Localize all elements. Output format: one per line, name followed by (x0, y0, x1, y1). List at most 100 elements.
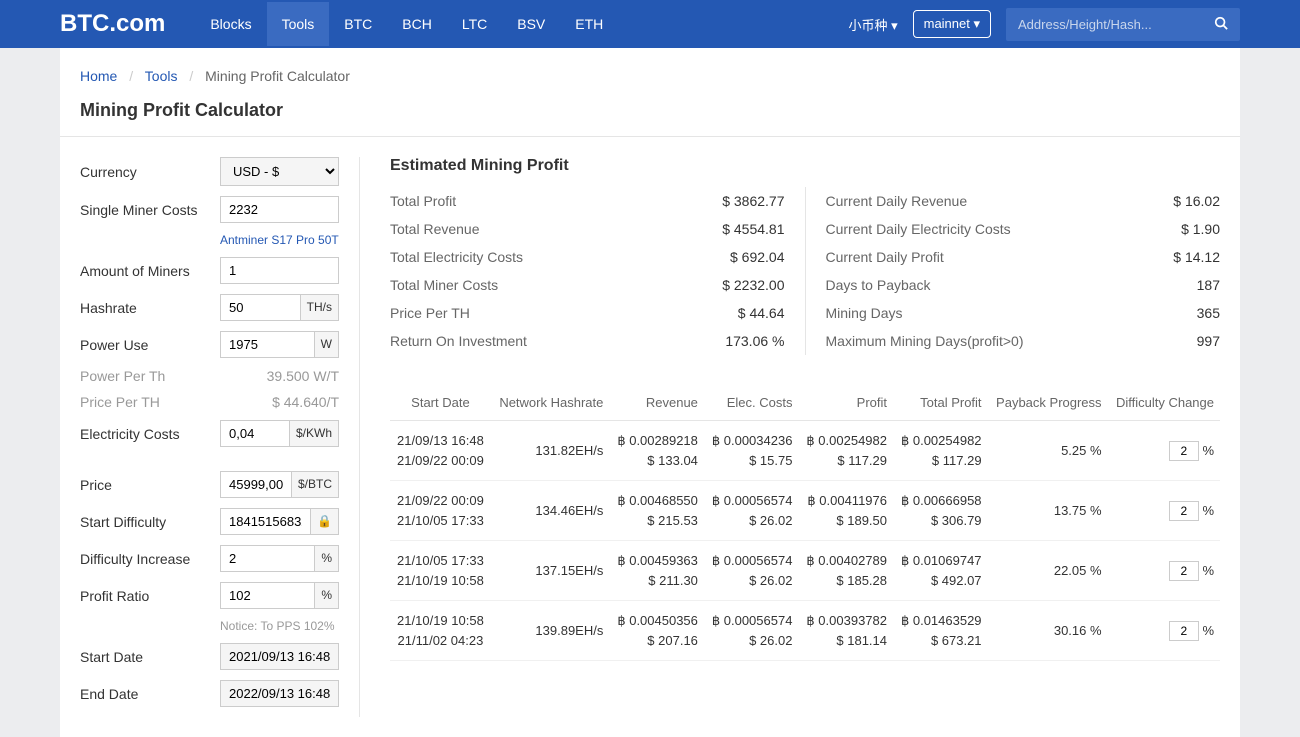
table-header: Difficulty Change (1108, 385, 1220, 421)
search-icon (1214, 16, 1228, 30)
start-date-input[interactable] (220, 643, 339, 670)
profit-value: $ 3862.77 (722, 193, 784, 209)
diff-inc-label: Difficulty Increase (80, 551, 220, 567)
hashrate-cell: 134.46EH/s (491, 481, 610, 541)
date-cell: 21/10/19 10:5821/11/02 04:23 (396, 611, 485, 650)
profit-ratio-input[interactable] (220, 582, 315, 609)
power-unit: W (315, 331, 339, 358)
price-per-th-value: $ 44.640/T (220, 394, 339, 410)
payback-cell: 30.16 % (988, 601, 1108, 661)
profit-row: Price Per TH$ 44.64 (390, 299, 785, 327)
hashrate-cell: 131.82EH/s (491, 421, 610, 481)
profit-value: 173.06 % (725, 333, 784, 349)
table-header: Payback Progress (988, 385, 1108, 421)
hashrate-cell: 139.89EH/s (491, 601, 610, 661)
diff-suffix: % (1202, 503, 1214, 518)
end-date-input[interactable] (220, 680, 339, 707)
total-cell: ฿ 0.01069747$ 492.07 (899, 551, 982, 590)
elec-cell: ฿ 0.00034236$ 15.75 (710, 431, 793, 470)
profit-row: Total Electricity Costs$ 692.04 (390, 243, 785, 271)
table-row: 21/09/13 16:4821/09/22 00:09131.82EH/s฿ … (390, 421, 1220, 481)
profit-label: Mining Days (826, 305, 903, 321)
start-diff-input[interactable] (220, 508, 311, 535)
profit-cell: ฿ 0.00411976$ 189.50 (804, 491, 887, 530)
profit-value: 365 (1197, 305, 1220, 321)
diff-inc-input[interactable] (220, 545, 315, 572)
nav-link-btc[interactable]: BTC (329, 2, 387, 46)
power-input[interactable] (220, 331, 315, 358)
table-header: Total Profit (893, 385, 988, 421)
power-label: Power Use (80, 337, 220, 353)
start-diff-label: Start Difficulty (80, 514, 220, 530)
table-header: Revenue (609, 385, 704, 421)
miner-costs-input[interactable] (220, 196, 339, 223)
elec-input[interactable] (220, 420, 290, 447)
amount-input[interactable] (220, 257, 339, 284)
profit-row: Current Daily Electricity Costs $ 1.90 (826, 215, 1221, 243)
nav-link-blocks[interactable]: Blocks (195, 2, 266, 46)
hashrate-input[interactable] (220, 294, 301, 321)
diff-change-input[interactable] (1169, 441, 1199, 461)
results-table: Start DateNetwork HashrateRevenueElec. C… (390, 385, 1220, 661)
price-input[interactable] (220, 471, 292, 498)
payback-cell: 5.25 % (988, 421, 1108, 481)
profit-value: $ 1.90 (1181, 221, 1220, 237)
diff-change-input[interactable] (1169, 501, 1199, 521)
profit-label: Total Profit (390, 193, 456, 209)
profit-label: Current Daily Revenue (826, 193, 968, 209)
profit-label: Current Daily Electricity Costs (826, 221, 1011, 237)
miner-model-link[interactable]: Antminer S17 Pro 50T (220, 233, 339, 247)
start-date-label: Start Date (80, 649, 220, 665)
small-coin-dropdown[interactable]: 小币种 ▾ (848, 15, 897, 34)
elec-unit: $/KWh (290, 420, 339, 447)
network-select[interactable]: mainnet ▾ (913, 10, 991, 38)
logo[interactable]: BTC.com (60, 10, 165, 38)
nav-link-ltc[interactable]: LTC (447, 2, 502, 46)
date-cell: 21/09/22 00:0921/10/05 17:33 (396, 491, 485, 530)
profit-row: Mining Days 365 (826, 299, 1221, 327)
power-per-th-label: Power Per Th (80, 368, 220, 384)
nav-link-eth[interactable]: ETH (560, 2, 618, 46)
diff-suffix: % (1202, 623, 1214, 638)
profit-label: Total Miner Costs (390, 277, 498, 293)
profit-value: $ 2232.00 (722, 277, 784, 293)
profit-row: Current Daily Revenue$ 16.02 (826, 187, 1221, 215)
summary-title: Estimated Mining Profit (390, 157, 1220, 175)
profit-ratio-label: Profit Ratio (80, 588, 220, 604)
profit-row: Days to Payback187 (826, 271, 1221, 299)
revenue-cell: ฿ 0.00459363$ 211.30 (615, 551, 698, 590)
diff-inc-unit: % (315, 545, 339, 572)
profit-cell: ฿ 0.00254982$ 117.29 (804, 431, 887, 470)
diff-suffix: % (1202, 563, 1214, 578)
breadcrumb-home[interactable]: Home (80, 68, 117, 84)
nav-link-bsv[interactable]: BSV (502, 2, 560, 46)
revenue-cell: ฿ 0.00468550$ 215.53 (615, 491, 698, 530)
price-label: Price (80, 477, 220, 493)
lock-icon[interactable]: 🔒 (311, 508, 339, 535)
profit-label: Return On Investment (390, 333, 527, 349)
search-input[interactable] (1006, 8, 1206, 41)
total-cell: ฿ 0.01463529$ 673.21 (899, 611, 982, 650)
miner-costs-label: Single Miner Costs (80, 202, 220, 218)
profit-value: $ 692.04 (730, 249, 785, 265)
profit-cell: ฿ 0.00393782$ 181.14 (804, 611, 887, 650)
price-per-th-label: Price Per TH (80, 394, 220, 410)
payback-cell: 22.05 % (988, 541, 1108, 601)
profit-value: $ 14.12 (1173, 249, 1220, 265)
table-header: Elec. Costs (704, 385, 799, 421)
profit-label: Maximum Mining Days(profit>0) (826, 333, 1024, 349)
profit-label: Current Daily Profit (826, 249, 944, 265)
sidebar-form: Currency USD - $ Single Miner Costs Antm… (80, 157, 360, 717)
table-header: Start Date (390, 385, 491, 421)
currency-select[interactable]: USD - $ (220, 157, 339, 186)
profit-row: Return On Investment 173.06 % (390, 327, 785, 355)
breadcrumb-current: Mining Profit Calculator (205, 68, 350, 84)
nav-links: BlocksToolsBTCBCHLTCBSVETH (195, 2, 618, 46)
breadcrumb-tools[interactable]: Tools (145, 68, 178, 84)
nav-link-tools[interactable]: Tools (267, 2, 330, 46)
diff-change-input[interactable] (1169, 621, 1199, 641)
search-button[interactable] (1202, 8, 1240, 41)
profit-value: 187 (1197, 277, 1220, 293)
nav-link-bch[interactable]: BCH (387, 2, 447, 46)
diff-change-input[interactable] (1169, 561, 1199, 581)
